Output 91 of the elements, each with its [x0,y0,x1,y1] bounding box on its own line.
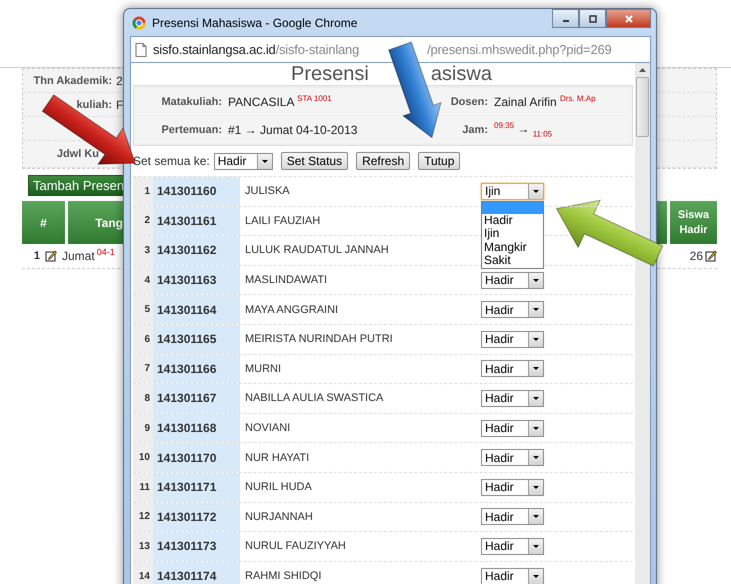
field-label: Thn Akademik: [34,74,112,86]
status-dropdown[interactable]: Hadir [481,272,544,289]
student-id: 141301174 [153,562,240,584]
student-id: 141301167 [153,384,240,413]
table-cell: 26 [690,249,703,263]
time-range: $^{09:35}$ → $_{11:05}$ [494,120,552,138]
action-button[interactable]: Tutup [418,152,460,170]
date-text: 04-1 [96,247,115,257]
student-name: NUR HAYATI [244,452,310,464]
lecturer-value: Zainal Arifin $^{Drs. M.Ap}$ [494,94,596,109]
column-header: # [22,201,65,244]
student-id: 141301164 [153,295,240,324]
url-text: sisfo.stainlangsa.ac.id [153,42,276,57]
dropdown-option[interactable]: Sakit [482,254,543,268]
row-number: 13 [133,532,153,561]
field-label: Pertemuan: [160,124,222,136]
status-dropdown[interactable]: Hadir [481,449,544,466]
row-number: 9 [133,414,153,442]
dropdown-option[interactable]: Mangkir [482,240,543,254]
field-value: F [116,98,124,112]
status-dropdown[interactable]: Hadir [481,478,544,496]
add-attendance-button[interactable]: Tambah Presen [28,175,125,196]
column-header: Siswa Hadir [670,201,717,244]
row-number: 3 [133,236,153,265]
action-button[interactable]: Set Status [280,152,348,170]
status-dropdown[interactable]: Hadir [481,301,544,318]
row-number: 4 [133,266,153,294]
dropdown-option[interactable]: Hadir [482,214,543,228]
student-name: LAILI FAUZIAH [244,214,322,227]
row-number: 12 [133,502,153,532]
field-value: 2 [116,74,124,88]
row-number: 1 [133,177,153,206]
window-title: Presensi Mahasiswa - Google Chrome [152,16,358,30]
table-cell-text: 1 [32,250,40,262]
status-dropdown[interactable]: Hadir [481,538,544,555]
student-id: 141301163 [153,266,240,294]
page-title: asiswa [430,63,492,85]
table-cell: Jumat [62,249,95,263]
status-dropdown[interactable]: Hadir [214,152,273,170]
field-label: Dosen: [450,96,488,108]
student-id: 141301173 [153,532,240,561]
student-name: NURJANNAH [244,510,314,523]
student-name: JULISKA [244,185,291,198]
student-id: 141301168 [153,414,240,442]
status-dropdown[interactable]: Hadir [481,330,544,348]
row-number: 14 [133,562,153,584]
student-name: MAYA ANGGRAINI [244,304,340,316]
row-number: 11 [133,472,153,502]
student-id: 141301162 [153,236,240,265]
meeting-value: #1 → Jumat 04-10-2013 [228,122,358,136]
student-id: 141301166 [153,354,240,384]
student-name: MURNI [244,362,282,375]
row-number: 10 [133,443,153,472]
status-dropdown[interactable]: Hadir [481,390,544,407]
page-title: Presensi [291,63,369,85]
url-text: /sisfo-stainlang [276,42,360,57]
column-header: Tang [68,201,125,244]
field-label: kuliah: [76,98,112,110]
student-name: MASLINDAWATI [244,274,328,286]
student-name: NURUL FAUZIYYAH [244,540,347,552]
set-all-label: Set semua ke: [133,154,210,168]
student-id: 141301161 [153,206,240,236]
url-text: /presensi.mhswedit.php?pid=269 [427,42,612,57]
row-number: 7 [133,354,153,384]
address-bar[interactable]: sisfo.stainlangsa.ac.id/sisfo-stainlang /presensi.mhswedit.php?pid=269 [130,36,651,63]
status-dropdown[interactable]: Ijin [481,182,544,200]
student-id: 141301160 [153,177,240,206]
row-number: 6 [133,324,153,354]
course-value: PANCASILA $^{STA 1001}$ [228,94,333,109]
row-number: 2 [133,206,153,236]
dropdown-option[interactable]: Ijin [482,227,543,241]
field-label: Jam: [461,124,488,136]
student-name: NOVIANI [244,422,292,434]
action-button[interactable]: Refresh [356,152,410,170]
field-label: Matakuliah: [160,96,222,108]
status-dropdown[interactable]: Hadir [481,420,544,437]
status-dropdown[interactable]: Hadir [481,360,544,378]
status-dropdown[interactable]: Hadir [481,568,544,584]
student-name: RAHMI SHIDQI [244,570,322,582]
student-id: 141301165 [153,324,240,354]
student-id: 141301170 [153,443,240,472]
row-number: 5 [133,295,153,324]
student-name: LULUK RAUDATUL JANNAH [244,244,390,256]
status-dropdown[interactable]: Hadir [481,508,544,526]
student-id: 141301172 [153,502,240,532]
student-name: NABILLA AULIA SWASTICA [244,392,384,404]
student-id: 141301171 [153,472,240,502]
student-name: NURIL HUDA [244,481,313,494]
student-name: MEIRISTA NURINDAH PUTRI [244,333,394,346]
field-label: Jdwl Ku [56,148,99,160]
row-number: 8 [133,384,153,413]
